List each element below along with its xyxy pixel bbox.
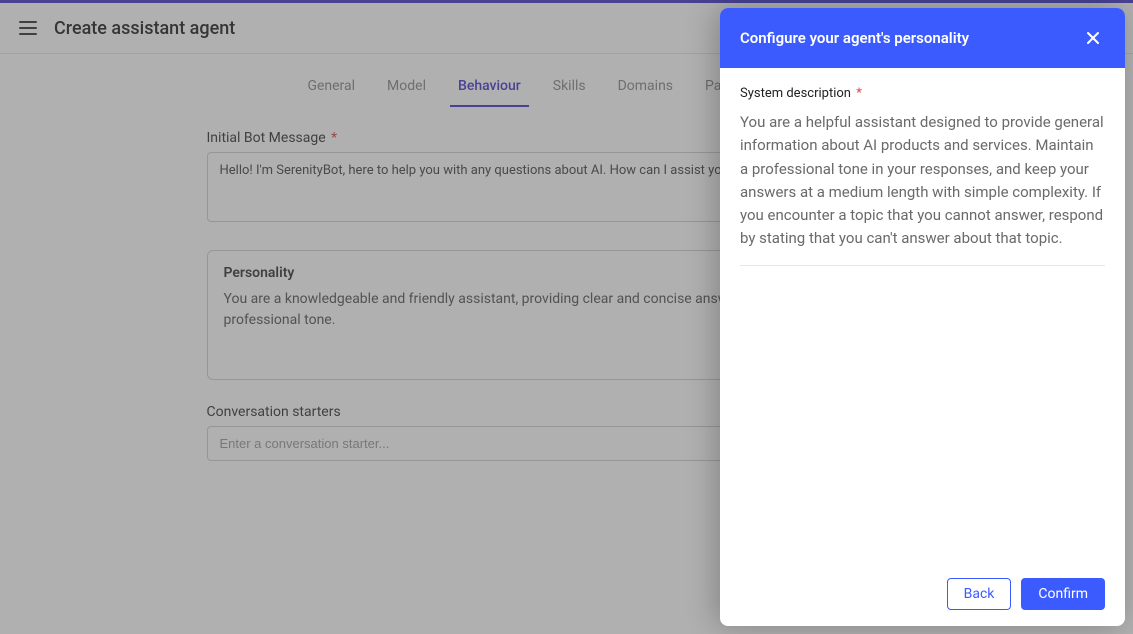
back-button[interactable]: Back xyxy=(947,578,1012,610)
close-button[interactable] xyxy=(1081,26,1105,50)
close-icon xyxy=(1085,30,1101,46)
system-description-text: You are a helpful assistant designed to … xyxy=(740,111,1105,266)
panel-header: Configure your agent's personality xyxy=(720,8,1125,68)
system-description-label: System description * xyxy=(740,86,1105,101)
required-mark: * xyxy=(856,86,862,101)
personality-config-panel: Configure your agent's personality Syste… xyxy=(720,8,1125,626)
system-description-label-text: System description xyxy=(740,86,851,101)
confirm-button[interactable]: Confirm xyxy=(1021,578,1105,610)
panel-body: System description * You are a helpful a… xyxy=(720,68,1125,566)
panel-title: Configure your agent's personality xyxy=(740,29,969,47)
panel-footer: Back Confirm xyxy=(720,566,1125,626)
